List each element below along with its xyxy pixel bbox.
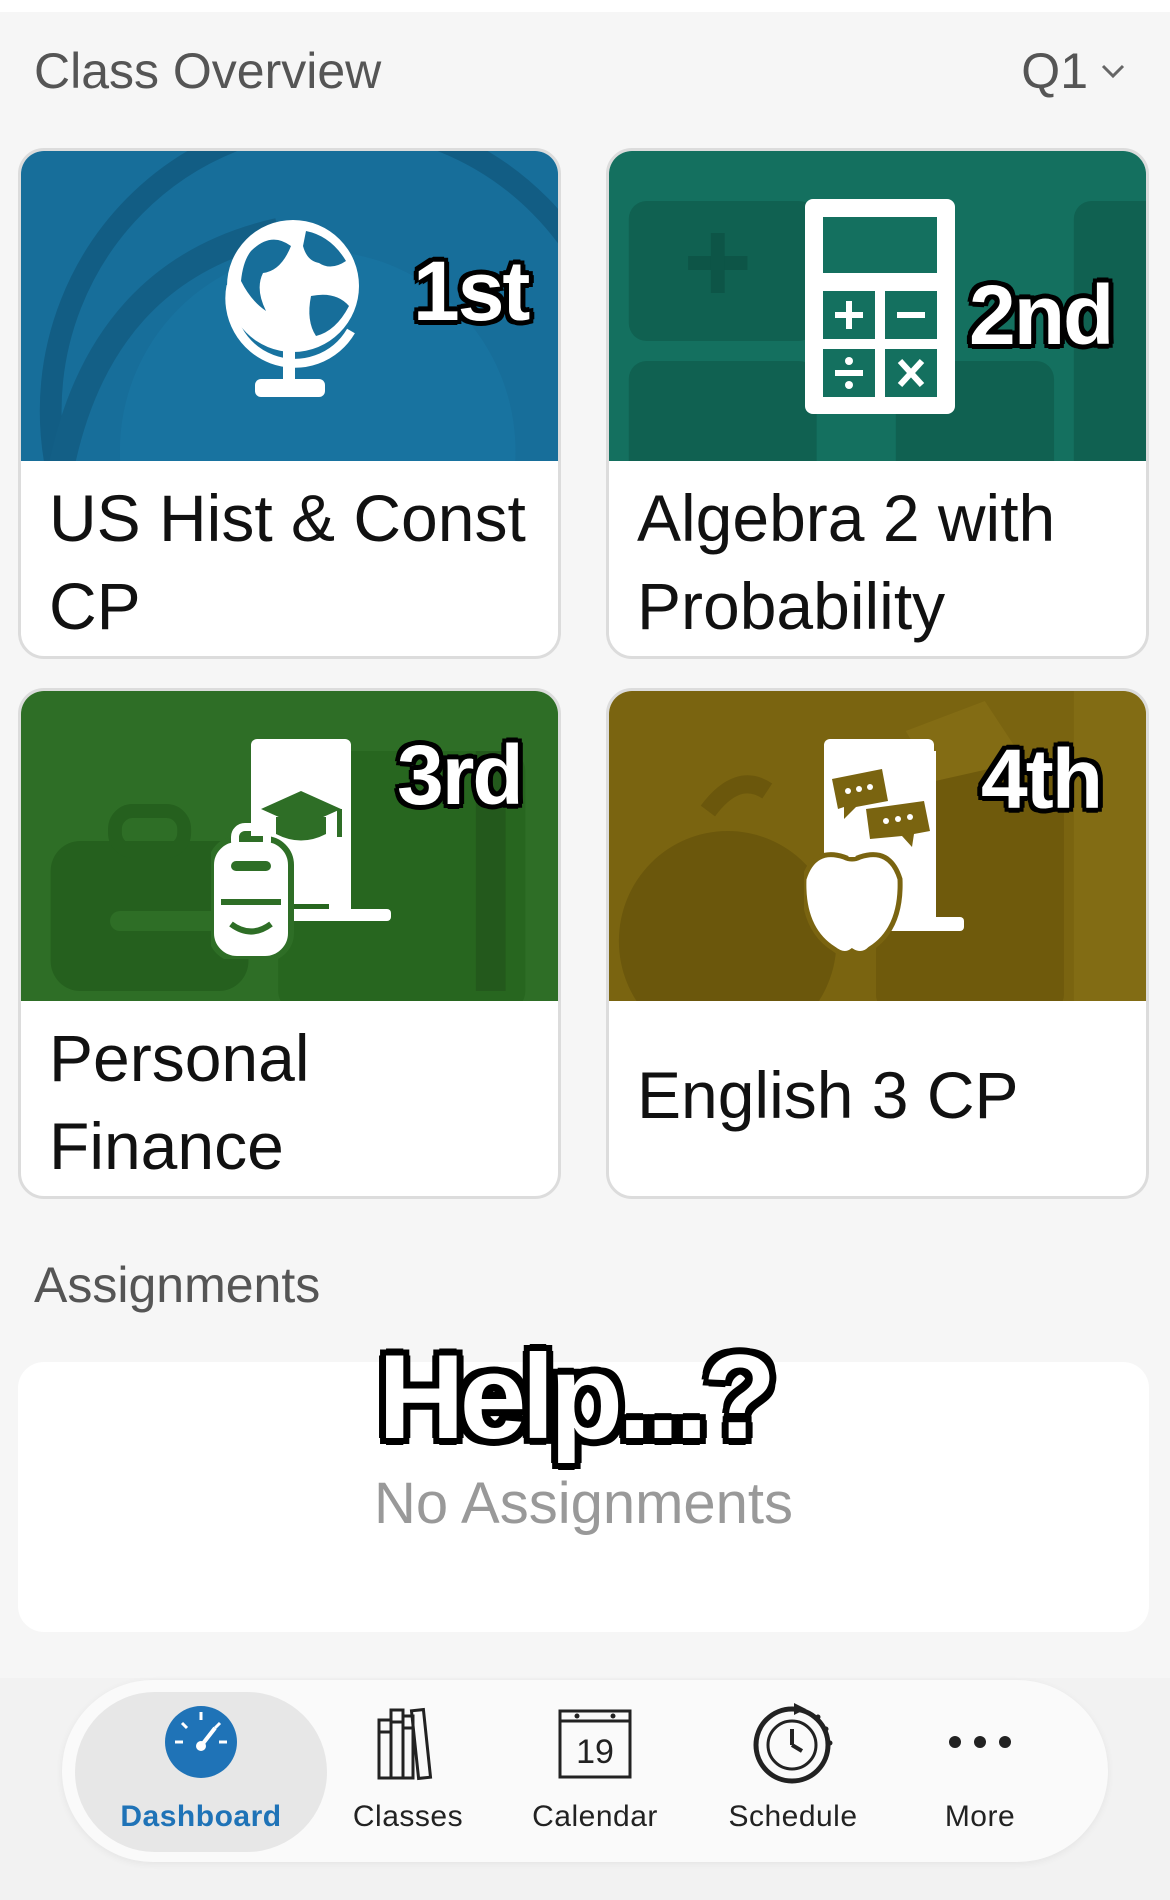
calendar-icon: 19 <box>558 1709 632 1779</box>
tab-label: Schedule <box>728 1800 858 1833</box>
schedule-clock-icon <box>753 1703 833 1784</box>
calendar-day: 19 <box>576 1733 614 1771</box>
tab-classes[interactable]: Classes <box>340 1692 476 1852</box>
tab-label: More <box>944 1800 1016 1833</box>
tab-schedule[interactable]: Schedule <box>718 1692 868 1852</box>
chevron-down-icon <box>1101 64 1125 79</box>
class-banner: 4th <box>609 691 1146 1001</box>
class-name: US Hist & Const CP <box>49 481 526 643</box>
class-card-us-history[interactable]: 1st US Hist & Const CP <box>18 148 561 659</box>
class-overview-title: Class Overview <box>34 43 382 99</box>
tab-label: Dashboard <box>120 1800 282 1833</box>
quarter-selector[interactable]: Q1 <box>1021 42 1126 100</box>
tab-more[interactable]: More <box>920 1692 1040 1852</box>
calculator-icon <box>805 199 955 414</box>
quarter-label: Q1 <box>1021 43 1088 99</box>
assignments-title: Assignments <box>34 1257 321 1313</box>
globe-icon <box>225 220 359 397</box>
tab-label: Classes <box>352 1800 464 1833</box>
top-strip <box>0 0 1170 12</box>
period-label: 1st <box>413 244 530 338</box>
books-icon <box>377 1707 433 1781</box>
class-card-english-3[interactable]: 4th English 3 CP <box>606 688 1149 1199</box>
more-dots-icon <box>949 1736 1011 1748</box>
period-label: 2nd <box>969 268 1114 362</box>
help-overlay-text: Help...? <box>378 1330 776 1464</box>
no-assignments-text: No Assignments <box>373 1471 794 1536</box>
class-banner: 1st <box>21 151 558 461</box>
class-name: Personal Finance <box>49 1021 310 1183</box>
period-label: 3rd <box>397 728 524 822</box>
class-name: English 3 CP <box>637 1058 1019 1132</box>
class-card-algebra-2[interactable]: 2nd Algebra 2 with Probability <box>606 148 1149 659</box>
class-name: Algebra 2 with Probability <box>637 481 1056 643</box>
dashboard-gauge-icon <box>165 1706 237 1778</box>
backpack-book-icon <box>211 739 391 959</box>
tab-label: Calendar <box>532 1800 658 1833</box>
class-card-personal-finance[interactable]: 3rd Personal Finance <box>18 688 561 1199</box>
tab-dashboard[interactable]: Dashboard <box>75 1692 327 1852</box>
class-banner: 3rd <box>21 691 558 1001</box>
period-label: 4th <box>981 732 1103 826</box>
class-banner: 2nd <box>609 151 1146 461</box>
tab-calendar[interactable]: 19 Calendar <box>525 1692 665 1852</box>
apple-book-icon <box>804 739 964 957</box>
